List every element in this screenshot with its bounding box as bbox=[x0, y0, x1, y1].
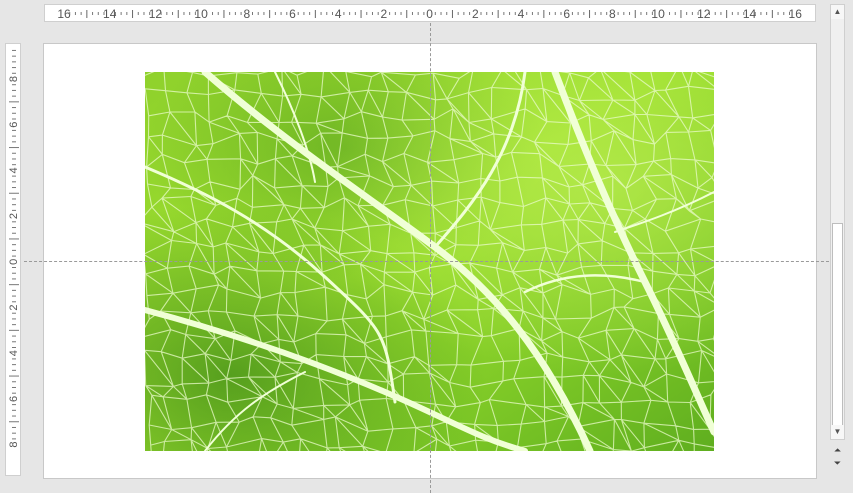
slide-navigation: ⏶ ⏷ bbox=[830, 444, 845, 474]
vertical-scrollbar[interactable]: ▲ ▼ bbox=[830, 4, 845, 440]
ruler-tick-label: 6 bbox=[8, 396, 20, 402]
ruler-tick-label: 0 bbox=[426, 7, 433, 21]
ruler-tick-label: 6 bbox=[563, 7, 570, 21]
ruler-tick-label: 4 bbox=[518, 7, 525, 21]
vertical-ruler-scale: 8 6 4 2 0 2 4 6 8 bbox=[8, 49, 20, 448]
triangle-down-icon[interactable]: ▼ bbox=[831, 425, 844, 439]
ruler-tick-label: 8 bbox=[243, 7, 250, 21]
ruler-tick-label: 8 bbox=[609, 7, 616, 21]
ruler-tick-label: 16 bbox=[789, 7, 803, 21]
ruler-tick-label: 12 bbox=[697, 7, 711, 21]
triangle-up-icon[interactable]: ▲ bbox=[831, 5, 844, 19]
ruler-tick-label: 16 bbox=[57, 7, 71, 21]
ruler-tick-label: 10 bbox=[194, 7, 208, 21]
ruler-tick-label: 10 bbox=[651, 7, 665, 21]
ruler-tick-label: 12 bbox=[149, 7, 163, 21]
horizontal-ruler[interactable]: 16 14 12 10 8 6 4 2 0 2 4 6 8 10 12 14 16 bbox=[44, 4, 816, 22]
horizontal-guide[interactable] bbox=[24, 261, 829, 262]
horizontal-ruler-scale: 16 14 12 10 8 6 4 2 0 2 4 6 8 10 12 14 16 bbox=[57, 7, 803, 21]
scroll-thumb[interactable] bbox=[832, 223, 843, 428]
vertical-ruler[interactable]: 8 6 4 2 0 2 4 6 8 bbox=[5, 43, 21, 476]
vertical-guide[interactable] bbox=[430, 23, 431, 493]
ruler-tick-label: 2 bbox=[472, 7, 479, 21]
ruler-tick-label: 4 bbox=[8, 350, 20, 356]
ruler-tick-label: 8 bbox=[8, 442, 20, 448]
ruler-tick-label: 6 bbox=[289, 7, 296, 21]
ruler-tick-label: 14 bbox=[743, 7, 757, 21]
ruler-tick-label: 0 bbox=[8, 259, 20, 265]
ruler-tick-label: 4 bbox=[8, 167, 20, 173]
ruler-tick-label: 14 bbox=[103, 7, 117, 21]
double-chevron-down-icon[interactable]: ⏷ bbox=[830, 457, 845, 470]
ruler-tick-label: 8 bbox=[8, 76, 20, 82]
ruler-tick-label: 4 bbox=[335, 7, 342, 21]
ruler-tick-label: 2 bbox=[8, 213, 20, 219]
ruler-tick-label: 2 bbox=[381, 7, 388, 21]
ruler-tick-label: 2 bbox=[8, 304, 20, 310]
double-chevron-up-icon[interactable]: ⏶ bbox=[830, 444, 845, 457]
ruler-tick-label: 6 bbox=[8, 122, 20, 128]
